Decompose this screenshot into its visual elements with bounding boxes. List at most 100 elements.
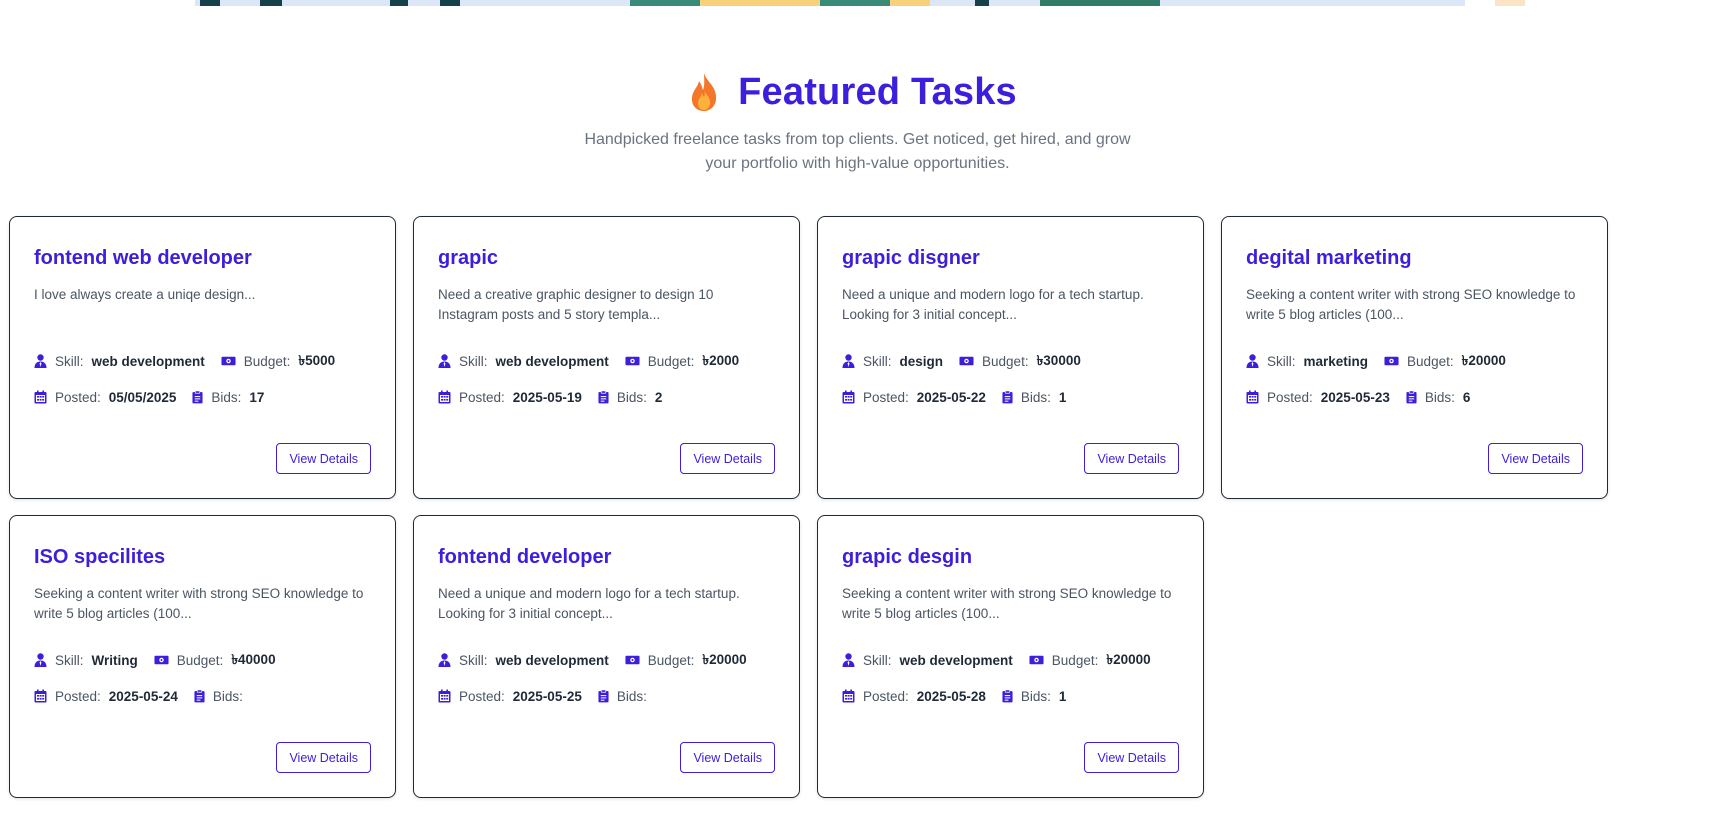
bids-value: 6	[1462, 389, 1471, 405]
budget-label: Budget:	[982, 353, 1029, 369]
bids-label: Bids:	[616, 389, 647, 405]
view-details-button[interactable]: View Details	[1084, 443, 1179, 474]
task-title: grapic	[438, 247, 499, 269]
bids-label: Bids:	[211, 389, 242, 405]
task-title: fontend web developer	[34, 247, 252, 269]
calendar-icon	[34, 390, 47, 404]
task-description: Need a unique and modern logo for a tech…	[438, 586, 740, 621]
money-bill-icon	[959, 356, 974, 366]
task-meta-row-2: Posted: 2025-05-23 Bids: 6	[1246, 387, 1583, 407]
skill-value: web development	[91, 353, 205, 369]
task-meta-row-2: Posted: 2025-05-22 Bids: 1	[842, 387, 1179, 407]
budget-label: Budget:	[1407, 353, 1454, 369]
task-card: ISO specilites Seeking a content writer …	[9, 515, 396, 798]
bids-label: Bids:	[1020, 389, 1051, 405]
skill-label: Skill:	[459, 353, 488, 369]
skill-label: Skill:	[55, 353, 84, 369]
posted-value: 2025-05-22	[916, 389, 986, 405]
user-tie-icon	[438, 653, 451, 667]
task-description: Seeking a content writer with strong SEO…	[34, 586, 364, 621]
posted-label: Posted:	[459, 688, 505, 704]
money-bill-icon	[1384, 356, 1399, 366]
calendar-icon	[438, 390, 451, 404]
user-tie-icon	[438, 354, 451, 368]
skill-label: Skill:	[55, 652, 84, 668]
task-meta-row-1: Skill: marketing Budget: ৳20000	[1246, 351, 1583, 371]
task-description: Seeking a content writer with strong SEO…	[1246, 287, 1576, 322]
posted-label: Posted:	[55, 688, 101, 704]
bids-value: 1	[1058, 389, 1067, 405]
user-tie-icon	[842, 653, 855, 667]
posted-label: Posted:	[1267, 389, 1313, 405]
task-title: ISO specilites	[34, 546, 166, 568]
budget-value: ৳20000	[702, 651, 747, 667]
task-meta-row-2: Posted: 2025-05-24 Bids:	[34, 686, 371, 706]
bids-label: Bids:	[1424, 389, 1455, 405]
view-details-button[interactable]: View Details	[1084, 742, 1179, 773]
task-grid: fontend web developer I love always crea…	[9, 216, 1608, 798]
budget-value: ৳20000	[1106, 651, 1151, 667]
bids-value: 1	[1058, 688, 1067, 704]
budget-label: Budget:	[647, 353, 695, 369]
posted-value: 2025-05-28	[916, 688, 986, 704]
task-title: grapic disgner	[842, 247, 980, 269]
posted-value: 2025-05-19	[512, 389, 582, 405]
budget-value: ৳5000	[298, 352, 336, 368]
posted-label: Posted:	[863, 389, 909, 405]
clipboard-icon	[194, 689, 205, 703]
task-meta-row-1: Skill: Writing Budget: ৳40000	[34, 650, 371, 670]
bids-value: 17	[249, 389, 265, 405]
task-card: fontend developer Need a unique and mode…	[413, 515, 800, 798]
bids-value: 2	[654, 389, 663, 405]
skill-label: Skill:	[863, 652, 892, 668]
task-meta-row-1: Skill: web development Budget: ৳5000	[34, 351, 371, 371]
fire-icon	[691, 73, 717, 111]
bids-label: Bids:	[1020, 688, 1051, 704]
clipboard-icon	[192, 390, 203, 404]
clipboard-icon	[1002, 390, 1013, 404]
calendar-icon	[842, 390, 855, 404]
posted-value: 2025-05-25	[512, 688, 582, 704]
view-details-button[interactable]: View Details	[680, 742, 775, 773]
budget-label: Budget:	[1051, 652, 1099, 668]
task-title: fontend developer	[438, 546, 612, 568]
bids-label: Bids:	[212, 688, 243, 704]
user-tie-icon	[842, 354, 855, 368]
hero-banner-edge	[0, 0, 1715, 7]
money-bill-icon	[221, 356, 236, 366]
view-details-button[interactable]: View Details	[276, 742, 371, 773]
posted-label: Posted:	[863, 688, 909, 704]
task-meta-row-1: Skill: design Budget: ৳30000	[842, 351, 1179, 371]
task-description: Need a creative graphic designer to desi…	[438, 287, 714, 322]
skill-label: Skill:	[459, 652, 488, 668]
posted-label: Posted:	[55, 389, 101, 405]
money-bill-icon	[625, 655, 640, 665]
skill-label: Skill:	[863, 353, 892, 369]
user-tie-icon	[34, 354, 47, 368]
task-description: I love always create a uniqe design...	[34, 287, 256, 302]
task-card: fontend web developer I love always crea…	[9, 216, 396, 499]
skill-value: marketing	[1303, 353, 1369, 369]
user-tie-icon	[34, 653, 47, 667]
task-title: grapic desgin	[842, 546, 973, 568]
view-details-button[interactable]: View Details	[680, 443, 775, 474]
task-title: degital marketing	[1246, 247, 1412, 269]
calendar-icon	[34, 689, 47, 703]
skill-label: Skill:	[1267, 353, 1296, 369]
task-meta-row-1: Skill: web development Budget: ৳2000	[438, 351, 775, 371]
calendar-icon	[842, 689, 855, 703]
clipboard-icon	[1002, 689, 1013, 703]
skill-value: web development	[495, 353, 609, 369]
posted-label: Posted:	[459, 389, 505, 405]
task-description: Need a unique and modern logo for a tech…	[842, 287, 1144, 322]
featured-tasks-header: Featured Tasks Handpicked freelance task…	[0, 64, 1715, 176]
task-meta-row-2: Posted: 2025-05-28 Bids: 1	[842, 686, 1179, 706]
money-bill-icon	[1029, 655, 1044, 665]
view-details-button[interactable]: View Details	[276, 443, 371, 474]
money-bill-icon	[625, 356, 640, 366]
money-bill-icon	[154, 655, 169, 665]
view-details-button[interactable]: View Details	[1488, 443, 1583, 474]
posted-value: 2025-05-24	[108, 688, 178, 704]
budget-value: ৳2000	[702, 352, 740, 368]
task-card: grapic desgin Seeking a content writer w…	[817, 515, 1204, 798]
